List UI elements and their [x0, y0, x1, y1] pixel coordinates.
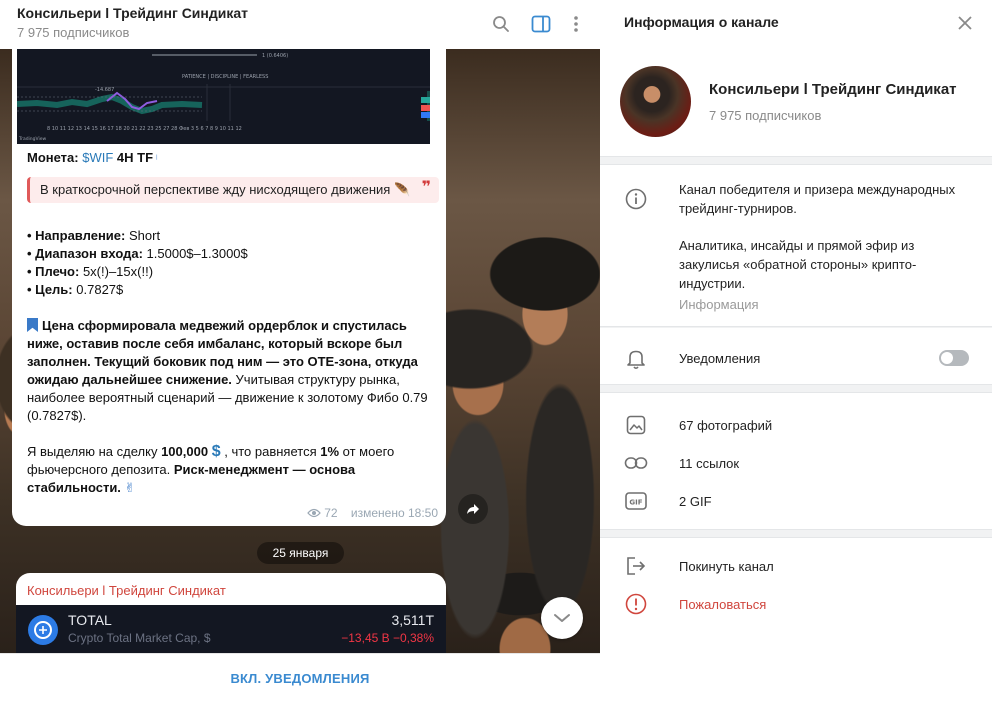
- description-label: Информация: [679, 297, 759, 312]
- link-icon: [624, 451, 648, 475]
- post-author-name[interactable]: Консильери l Трейдинг Синдикат: [27, 583, 226, 598]
- feather-emoji-icon: 🪶: [393, 182, 411, 197]
- chat-panel: Консильери l Трейдинг Синдикат 7 975 под…: [0, 0, 600, 702]
- svg-text:PATIENCE | DISCIPLINE | FE: PATIENCE | DISCIPLINE | FEARLESS: [182, 74, 268, 80]
- gif-icon: GIF: [624, 489, 648, 513]
- tradingview-chart-image[interactable]: 1 (0.6406) PATIENCE | DISCIPLINE | FEARL…: [16, 49, 435, 144]
- crypto-total-icon: [28, 615, 58, 645]
- chevron-down-icon: [554, 614, 570, 622]
- section-divider: [600, 156, 992, 165]
- report-button[interactable]: Пожаловаться: [679, 597, 766, 612]
- leverage-value: 5x(!)–15x(!!): [82, 264, 154, 279]
- channel-post[interactable]: 1 (0.6406) PATIENCE | DISCIPLINE | FEARL…: [12, 49, 446, 526]
- enable-notifications-button[interactable]: ВКЛ. УВЕДОМЛЕНИЯ: [0, 653, 600, 702]
- channel-description: Канал победителя и призера международных…: [679, 180, 974, 293]
- info-panel-title: Информация о канале: [624, 14, 779, 30]
- ticker-description: Crypto Total Market Cap, $: [68, 631, 211, 645]
- svg-text:-14.687: -14.687: [95, 87, 114, 93]
- ticker-value: 3,511T: [391, 612, 434, 628]
- ticker-change: −13,45 B −0,38%: [341, 631, 434, 645]
- chat-title[interactable]: Консильери l Трейдинг Синдикат: [17, 5, 248, 21]
- chat-subscriber-count: 7 975 подписчиков: [17, 25, 130, 40]
- views-eye-icon: [307, 506, 324, 520]
- direction-label: • Направление:: [27, 228, 126, 243]
- ticker-card[interactable]: TOTAL Crypto Total Market Cap, $ 3,511T …: [16, 605, 446, 655]
- share-arrow-icon: [467, 504, 479, 514]
- channel-description-line: Канал победителя и призера международных…: [679, 182, 956, 216]
- quote-text: В краткосрочной перспективе жду нисходящ…: [40, 182, 391, 197]
- channel-subscriber-count: 7 975 подписчиков: [709, 108, 822, 123]
- channel-description-line: Аналитика, инсайды и прямой эфир из заку…: [679, 238, 917, 291]
- allocation-text-2: , что равняется: [224, 444, 317, 459]
- allocation-amount: 100,000: [161, 444, 209, 459]
- leverage-label: • Плечо:: [27, 264, 80, 279]
- leave-icon: [624, 554, 648, 578]
- media-gifs-link[interactable]: 2 GIF: [679, 494, 712, 509]
- dollar-emoji-icon: $: [211, 443, 221, 460]
- coin-label: Монета:: [27, 150, 79, 165]
- coin-timeframe: 4H TF: [116, 150, 154, 165]
- photo-icon: [624, 413, 648, 437]
- views-count: 72: [324, 506, 338, 520]
- svg-text:GIF: GIF: [629, 499, 642, 507]
- quote-block: В краткосрочной перспективе жду нисходящ…: [27, 177, 439, 203]
- direction-value: Short: [128, 228, 161, 243]
- ticker-name: TOTAL: [68, 612, 112, 628]
- scroll-to-bottom-button[interactable]: [541, 597, 583, 639]
- more-menu-icon[interactable]: [563, 11, 589, 37]
- target-label: • Цель:: [27, 282, 73, 297]
- channel-name: Консильери l Трейдинг Синдикат: [709, 81, 957, 98]
- share-button[interactable]: [458, 494, 488, 524]
- svg-text:TradingView: TradingView: [18, 136, 47, 142]
- entry-value: 1.5000$–1.3000$: [146, 246, 248, 261]
- section-divider: [600, 384, 992, 393]
- bell-icon: [624, 347, 648, 371]
- svg-text:8 10 11 12 13 1: 8 10 11 12 13 14 15 16 17 18 20 21 22 23…: [47, 126, 242, 132]
- coin-hashtag-link[interactable]: $WIF: [82, 150, 113, 165]
- info-icon: [624, 187, 648, 211]
- media-photos-link[interactable]: 67 фотографий: [679, 418, 772, 433]
- chat-header[interactable]: Консильери l Трейдинг Синдикат 7 975 под…: [0, 0, 600, 49]
- quote-mark-icon: ❞: [421, 179, 431, 196]
- section-divider: [600, 529, 992, 538]
- notifications-label[interactable]: Уведомления: [679, 351, 760, 366]
- allocation-text-1: Я выделяю на сделку: [27, 444, 158, 459]
- channel-post[interactable]: Консильери l Трейдинг Синдикат TOTAL Cry…: [16, 573, 446, 655]
- bookmark-emoji-icon: [27, 318, 38, 332]
- allocation-percent: 1%: [320, 444, 340, 459]
- toggle-knob: [941, 352, 953, 364]
- svg-text:1 (0.6406): 1 (0.6406): [262, 53, 288, 59]
- post-text: Монета: $WIF 4H TF 𝄅 В краткосрочной пер…: [27, 149, 439, 497]
- sidebar-toggle-icon[interactable]: [528, 11, 554, 37]
- media-links-link[interactable]: 11 ссылок: [679, 456, 739, 471]
- date-separator[interactable]: 25 января: [257, 542, 344, 564]
- report-icon: [624, 592, 648, 616]
- notifications-toggle[interactable]: [939, 350, 969, 366]
- post-meta: 72 изменено 18:50: [307, 506, 438, 520]
- channel-avatar[interactable]: [620, 66, 691, 137]
- edited-timestamp: изменено 18:50: [350, 506, 438, 520]
- entry-label: • Диапазон входа:: [27, 246, 143, 261]
- close-icon[interactable]: [954, 12, 976, 34]
- leave-channel-button[interactable]: Покинуть канал: [679, 559, 774, 574]
- divider-line: [600, 326, 992, 328]
- target-value: 0.7827$: [76, 282, 124, 297]
- victory-hand-emoji-icon: ✌: [124, 480, 136, 495]
- channel-info-panel: Информация о канале Консильери l Трейдин…: [600, 0, 992, 702]
- search-icon[interactable]: [488, 11, 514, 37]
